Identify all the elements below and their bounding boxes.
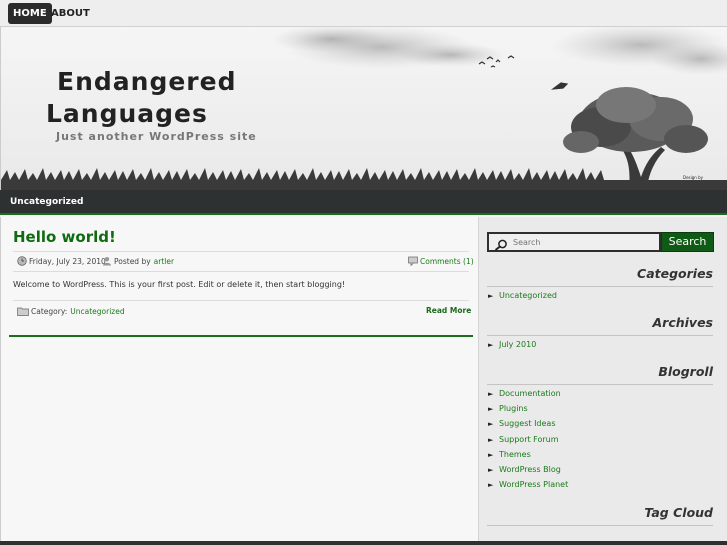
post-title[interactable]: Hello world! xyxy=(13,228,116,246)
widget-divider xyxy=(487,384,713,385)
nav-about[interactable]: ABOUT xyxy=(46,3,95,24)
post-body: Welcome to WordPress. This is your first… xyxy=(13,280,346,289)
widget-title-blogroll: Blogroll xyxy=(658,364,713,379)
category-link[interactable]: Uncategorized xyxy=(70,307,124,316)
widget-divider xyxy=(487,335,713,336)
list-item[interactable]: ► Plugins xyxy=(488,404,528,413)
comment-icon xyxy=(408,256,418,267)
list-item[interactable]: ► WordPress Planet xyxy=(488,480,568,489)
read-more-link[interactable]: Read More xyxy=(426,306,471,315)
site-tagline: Just another WordPress site xyxy=(56,130,257,143)
site-title-line1[interactable]: Endangered xyxy=(57,67,236,96)
search-icon xyxy=(494,236,508,255)
list-item[interactable]: ► Documentation xyxy=(488,389,561,398)
author-link[interactable]: artler xyxy=(154,257,174,266)
top-nav: HOME ABOUT xyxy=(0,0,727,27)
bullet-arrow-icon: ► xyxy=(488,404,494,413)
post-title-divider xyxy=(13,251,469,252)
post-divider xyxy=(9,335,473,337)
search-box xyxy=(487,232,661,252)
user-icon xyxy=(102,256,112,266)
posted-by-label: Posted by xyxy=(114,256,151,266)
site-header: Endangered Languages Just another WordPr… xyxy=(0,27,727,190)
widget-title-categories: Categories xyxy=(637,266,713,281)
search-input[interactable] xyxy=(513,235,653,249)
list-item[interactable]: ► Themes xyxy=(488,450,531,459)
bullet-arrow-icon: ► xyxy=(488,419,494,428)
main-content: Hello world! Friday, July 23, 2010 Poste… xyxy=(0,217,478,541)
bullet-arrow-icon: ► xyxy=(488,435,494,444)
category-bar: Uncategorized xyxy=(0,190,727,215)
post-date-text: Friday, July 23, 2010 xyxy=(29,256,106,266)
bullet-arrow-icon: ► xyxy=(488,291,494,300)
body-divider xyxy=(13,300,469,301)
clock-icon xyxy=(17,256,27,266)
search-button[interactable]: Search xyxy=(661,232,714,252)
list-item[interactable]: ► July 2010 xyxy=(488,340,536,349)
list-item[interactable]: ► WordPress Blog xyxy=(488,465,561,474)
post-comments: Comments (1) xyxy=(408,256,474,267)
comments-link[interactable]: Comments (1) xyxy=(420,257,474,266)
widget-title-tag-cloud: Tag Cloud xyxy=(644,505,713,520)
bullet-arrow-icon: ► xyxy=(488,450,494,459)
post-author: Posted by artler xyxy=(102,256,174,266)
sidebar: Search Categories ►Uncategorized Archive… xyxy=(478,217,727,541)
widget-title-archives: Archives xyxy=(652,315,714,330)
widget-divider xyxy=(487,286,713,287)
bullet-arrow-icon: ► xyxy=(488,465,494,474)
footer-bar xyxy=(0,541,727,545)
category-bar-item[interactable]: Uncategorized xyxy=(10,197,83,207)
bullet-arrow-icon: ► xyxy=(488,340,494,349)
list-item[interactable]: ► Support Forum xyxy=(488,435,559,444)
list-item[interactable]: ► Uncategorized xyxy=(488,291,557,300)
list-item[interactable]: ► Suggest Ideas xyxy=(488,419,556,428)
design-credit: Design by xyxy=(683,175,703,180)
category-label: Category: xyxy=(31,306,68,316)
widget-divider xyxy=(487,525,713,526)
bullet-arrow-icon: ► xyxy=(488,480,494,489)
meta-divider xyxy=(13,271,469,272)
post-date: Friday, July 23, 2010 xyxy=(17,256,106,266)
bullet-arrow-icon: ► xyxy=(488,389,494,398)
folder-icon xyxy=(17,306,29,316)
post-category: Category: Uncategorized xyxy=(17,306,125,316)
site-title-line2[interactable]: Languages xyxy=(46,99,208,128)
